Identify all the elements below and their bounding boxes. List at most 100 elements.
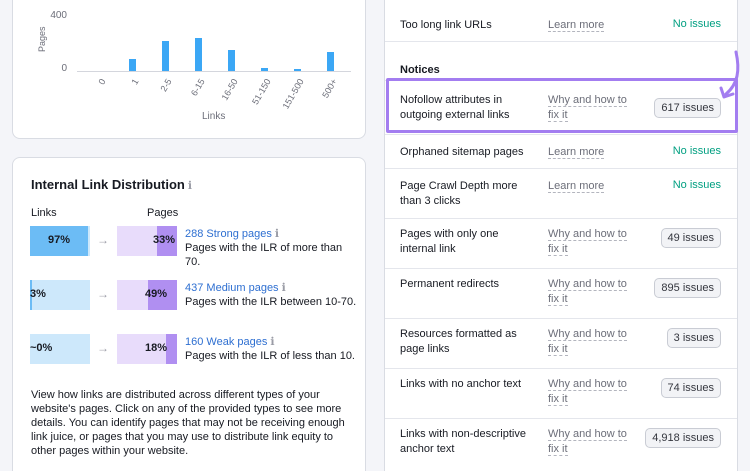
- issue-row[interactable]: Links with non-descriptive anchor text W…: [385, 418, 737, 471]
- learn-more-link[interactable]: Learn more: [548, 145, 630, 160]
- pages-share-bar-medium: 49%: [117, 280, 177, 310]
- strong-pages-link-text: 288 Strong pages: [185, 228, 272, 240]
- chart-x-tick: 0: [96, 77, 108, 87]
- arrow-right-icon: →: [97, 287, 109, 301]
- why-and-how-link[interactable]: Why and how to fix it: [548, 327, 630, 357]
- issue-label: Resources formatted as page links: [400, 328, 517, 355]
- why-and-how-link[interactable]: Why and how to fix it: [548, 227, 630, 257]
- issue-label: Page Crawl Depth more than 3 clicks: [400, 180, 518, 207]
- weak-pages-description: Pages with the ILR of less than 10.: [185, 350, 355, 362]
- help-link-text: Why and how to fix it: [548, 378, 627, 406]
- issues-list-card: Too long link URLs Learn more No issues …: [384, 0, 738, 471]
- chart-x-tick: 51-150: [250, 77, 273, 107]
- chart-x-tick: 1: [129, 77, 141, 87]
- chart-x-axis-label: Links: [202, 111, 226, 122]
- issue-label: Too long link URLs: [400, 19, 492, 31]
- medium-pages-link[interactable]: 437 Medium pages ℹ: [185, 281, 286, 294]
- chart-bar[interactable]: [260, 68, 268, 71]
- pages-share-value: 33%: [152, 234, 175, 246]
- issues-count-badge[interactable]: 3 issues: [666, 328, 721, 348]
- weak-pages-link-text: 160 Weak pages: [185, 336, 268, 348]
- links-share-bar-strong: 97%: [30, 226, 90, 256]
- chart-x-tick: 16-50: [219, 77, 240, 102]
- issues-count-badge[interactable]: 49 issues: [660, 228, 721, 248]
- arrow-right-icon: →: [97, 341, 109, 355]
- issues-count-badge[interactable]: 74 issues: [660, 378, 721, 398]
- issue-label: Permanent redirects: [400, 278, 500, 290]
- notices-heading: Notices: [400, 64, 440, 76]
- medium-pages-link-text: 437 Medium pages: [185, 282, 279, 294]
- pages-share-value: 49%: [144, 288, 167, 300]
- pages-share-value: 18%: [144, 342, 167, 354]
- no-issues-status: No issues: [672, 179, 721, 191]
- issues-count-badge[interactable]: 895 issues: [654, 278, 721, 298]
- pages-column-label: Pages: [147, 207, 179, 219]
- chart-bar[interactable]: [227, 50, 235, 71]
- issue-label: Orphaned sitemap pages: [400, 146, 524, 158]
- info-icon[interactable]: ℹ: [275, 228, 279, 240]
- medium-pages-description: Pages with the ILR between 10-70.: [185, 296, 357, 308]
- links-column-label: Links: [31, 207, 57, 219]
- why-and-how-link[interactable]: Why and how to fix it: [548, 427, 630, 457]
- pages-share-bar-strong: 33%: [117, 226, 177, 256]
- chart-y-tick: 400: [50, 10, 67, 21]
- card-title-text: Internal Link Distribution: [31, 177, 185, 192]
- chart-x-tick: 2-5: [158, 77, 174, 94]
- issue-row[interactable]: Too long link URLs Learn more No issues: [385, 1, 737, 41]
- help-link-text: Why and how to fix it: [548, 228, 627, 256]
- highlight-annotation-box: [386, 78, 738, 133]
- internal-link-distribution-title: Internal Link Distribution ℹ: [31, 177, 192, 192]
- issue-label: Links with no anchor text: [400, 378, 522, 390]
- chart-bar[interactable]: [326, 51, 334, 71]
- no-issues-status: No issues: [672, 18, 721, 30]
- issue-label: Links with non-descriptive anchor text: [400, 428, 526, 455]
- info-icon[interactable]: ℹ: [282, 282, 286, 294]
- links-share-value: 97%: [48, 234, 71, 246]
- links-share-bar-weak: ~0%: [30, 334, 90, 364]
- links-share-value: 3%: [30, 288, 46, 300]
- info-icon[interactable]: ℹ: [270, 336, 274, 348]
- chart-x-axis-line: [77, 71, 351, 72]
- chart-x-tick: 151-500: [280, 77, 306, 111]
- pages-share-fill: [166, 334, 177, 364]
- links-share-value: ~0%: [30, 342, 53, 354]
- divider: [385, 41, 737, 42]
- why-and-how-link[interactable]: Why and how to fix it: [548, 377, 630, 407]
- links-share-bar-medium: 3%: [30, 280, 90, 310]
- issue-label: Pages with only one internal link: [400, 228, 499, 255]
- issue-row[interactable]: Orphaned sitemap pages Learn more No iss…: [385, 134, 737, 168]
- internal-link-distribution-card: Internal Link Distribution ℹ Links Pages …: [12, 157, 366, 471]
- issue-row[interactable]: Resources formatted as page links Why an…: [385, 318, 737, 368]
- pages-share-bar-weak: 18%: [117, 334, 177, 364]
- issue-row[interactable]: Links with no anchor text Why and how to…: [385, 368, 737, 418]
- pages-by-links-chart-card: Pages 400 0 0 1 2-5 6-15 16-50 51-150 151-500 5…: [12, 0, 366, 139]
- chart-bar[interactable]: [161, 40, 169, 71]
- issue-row[interactable]: Page Crawl Depth more than 3 clicks Lear…: [385, 168, 737, 218]
- chart-bar[interactable]: [293, 68, 301, 71]
- learn-more-link[interactable]: Learn more: [548, 18, 630, 33]
- link-distribution-description: View how links are distributed across di…: [31, 389, 345, 457]
- chart-x-tick: 500+: [320, 77, 339, 100]
- no-issues-status: No issues: [672, 145, 721, 157]
- strong-pages-link[interactable]: 288 Strong pages ℹ: [185, 227, 279, 240]
- chart-bar[interactable]: [194, 38, 202, 71]
- weak-pages-link[interactable]: 160 Weak pages ℹ: [185, 335, 275, 348]
- help-link-text: Why and how to fix it: [548, 428, 627, 456]
- help-link-text: Learn more: [548, 180, 605, 193]
- highlight-arrow-icon: [719, 50, 740, 99]
- issue-row[interactable]: Pages with only one internal link Why an…: [385, 218, 737, 268]
- issue-row[interactable]: Permanent redirects Why and how to fix i…: [385, 268, 737, 318]
- why-and-how-link[interactable]: Why and how to fix it: [548, 277, 630, 307]
- chart-y-tick: 0: [61, 63, 67, 74]
- help-link-text: Why and how to fix it: [548, 328, 627, 356]
- help-link-text: Learn more: [548, 19, 605, 32]
- chart-y-axis-label: Pages: [37, 26, 47, 52]
- help-link-text: Learn more: [548, 146, 605, 159]
- issues-count-badge[interactable]: 4,918 issues: [645, 428, 721, 448]
- strong-pages-description: Pages with the ILR of more than 70.: [185, 242, 343, 268]
- info-icon[interactable]: ℹ: [188, 180, 192, 192]
- learn-more-link[interactable]: Learn more: [548, 179, 630, 194]
- chart-x-tick: 6-15: [189, 77, 207, 98]
- chart-bar[interactable]: [128, 59, 136, 71]
- help-link-text: Why and how to fix it: [548, 278, 627, 306]
